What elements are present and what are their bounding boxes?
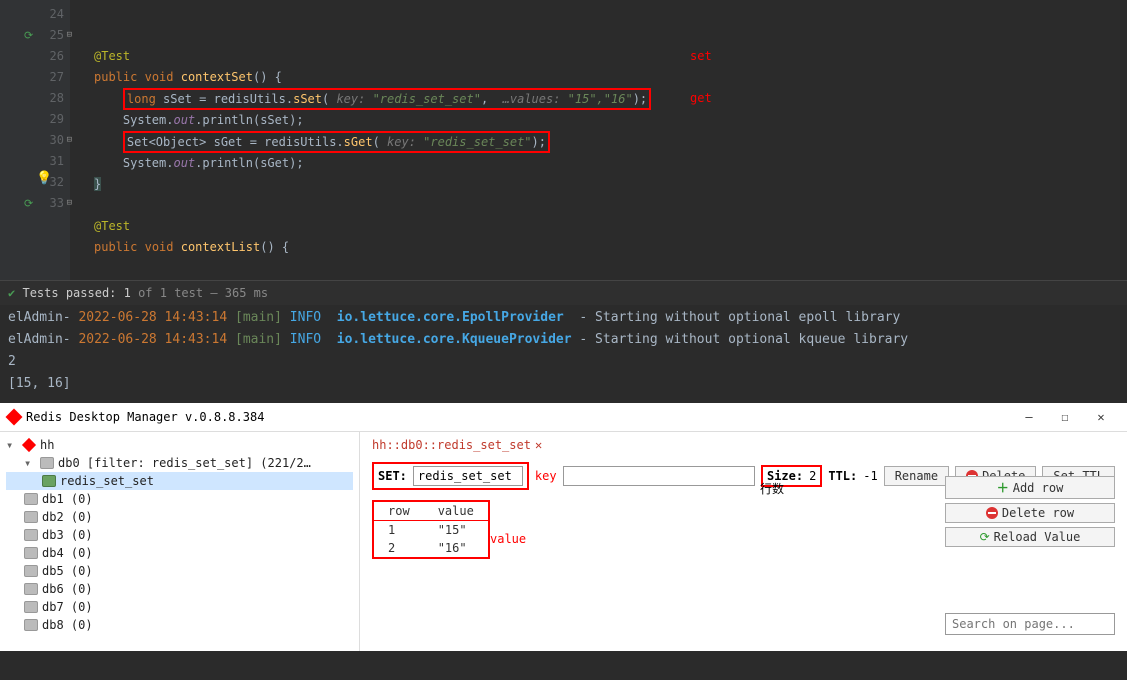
annotation-label: 行数 [760,480,784,497]
server-icon [22,438,36,452]
line-number: 29 [0,109,64,130]
test-status-text: of 1 test – 365 ms [131,286,268,300]
tree-database[interactable]: db2 (0) [6,508,353,526]
line-number: 30 ⊟ [0,130,64,151]
line-number: 31 [0,151,64,172]
database-icon [24,511,38,523]
tree-database[interactable]: db5 (0) [6,562,353,580]
tree-database[interactable]: db6 (0) [6,580,353,598]
ttl-value: -1 [863,469,877,483]
connection-tree[interactable]: ▾hh ▾db0 [filter: redis_set_set] (221/2…… [0,432,360,651]
database-icon [24,565,38,577]
editor-gutter: 24 ⟳ 25 ⊟ 26 27 28 29 30 ⊟ 31 32 ⟳ 33 ⊟ [0,0,70,280]
key-type-box: SET: [372,462,529,490]
database-icon [24,601,38,613]
lightbulb-icon[interactable]: 💡 [36,168,52,189]
annotation-label: set [690,46,712,67]
annotation-label: value [490,532,526,546]
col-value: value [424,502,488,521]
tree-key-selected[interactable]: redis_set_set [6,472,353,490]
key-name-continuation[interactable] [563,466,755,486]
close-button[interactable]: ✕ [1083,407,1119,427]
test-status-text: Tests passed: 1 [22,286,130,300]
minus-icon [986,507,998,519]
run-test-icon[interactable]: ⟳ [24,25,33,46]
database-icon [24,619,38,631]
key-icon [42,475,56,487]
search-input[interactable] [945,613,1115,635]
size-value: 2 [809,469,816,483]
test-status-bar: ✔ Tests passed: 1 of 1 test – 365 ms [0,280,1127,305]
close-tab-icon[interactable]: ✕ [535,438,542,452]
annotation-label: key [535,469,557,483]
type-label: SET: [378,469,407,483]
reload-value-button[interactable]: ⟳Reload Value [945,527,1115,547]
tab-label: hh::db0::redis_set_set [372,438,531,452]
database-icon [40,457,54,469]
reload-icon: ⟳ [980,530,990,544]
key-tab[interactable]: hh::db0::redis_set_set ✕ [372,438,1115,452]
console-line: 2 [8,354,16,369]
add-row-button[interactable]: ＋Add row [945,476,1115,499]
database-icon [24,493,38,505]
ttl-label: TTL: [828,469,857,483]
console-output[interactable]: elAdmin- 2022-06-28 14:43:14 [main] INFO… [0,305,1127,403]
line-number: ⟳ 25 ⊟ [0,25,64,46]
key-details-panel: hh::db0::redis_set_set ✕ SET: key Size: … [360,432,1127,651]
plus-icon: ＋ [997,479,1009,496]
line-number: 27 [0,67,64,88]
rename-button[interactable]: Rename [884,466,949,486]
console-line: [15, 16] [8,376,71,391]
table-row: 1"15" [374,521,488,540]
line-number: 28 [0,88,64,109]
rdm-window: Redis Desktop Manager v.0.8.8.384 — ☐ ✕ … [0,403,1127,651]
window-title: Redis Desktop Manager v.0.8.8.384 [26,410,264,424]
value-table[interactable]: rowvalue 1"15" 2"16" [372,500,490,559]
rdm-titlebar[interactable]: Redis Desktop Manager v.0.8.8.384 — ☐ ✕ [0,403,1127,431]
tree-database[interactable]: db3 (0) [6,526,353,544]
line-number: 32 [0,172,64,193]
tree-database[interactable]: db8 (0) [6,616,353,634]
annotation-label: get [690,88,712,109]
value-toolbar: ＋Add row Delete row ⟳Reload Value [945,476,1115,547]
check-icon: ✔ [8,286,15,300]
run-test-icon[interactable]: ⟳ [24,193,33,214]
delete-row-button[interactable]: Delete row [945,503,1115,523]
database-icon [24,583,38,595]
col-row: row [374,502,424,521]
code-area[interactable]: 💡 @Test public void contextSet() { long … [70,0,1127,280]
code-editor: 24 ⟳ 25 ⊟ 26 27 28 29 30 ⊟ 31 32 ⟳ 33 ⊟ … [0,0,1127,280]
table-row: 2"16" [374,539,488,557]
tree-database[interactable]: db7 (0) [6,598,353,616]
code-token: @Test [94,49,130,63]
minimize-button[interactable]: — [1011,407,1047,427]
brace-highlight: } [94,177,101,191]
tree-connection[interactable]: ▾hh [6,436,353,454]
annotation-box-set: long sSet = redisUtils.sSet( key: "redis… [123,88,651,110]
tree-database[interactable]: ▾db0 [filter: redis_set_set] (221/2… [6,454,353,472]
rdm-logo-icon [6,409,23,426]
key-name-input[interactable] [413,466,523,486]
code-token: @Test [94,219,130,233]
database-icon [24,547,38,559]
maximize-button[interactable]: ☐ [1047,407,1083,427]
tree-database[interactable]: db4 (0) [6,544,353,562]
line-number: ⟳ 33 ⊟ [0,193,64,214]
tree-database[interactable]: db1 (0) [6,490,353,508]
database-icon [24,529,38,541]
line-number: 26 [0,46,64,67]
annotation-box-get: Set<Object> sGet = redisUtils.sGet( key:… [123,131,550,153]
line-number: 24 [0,4,64,25]
